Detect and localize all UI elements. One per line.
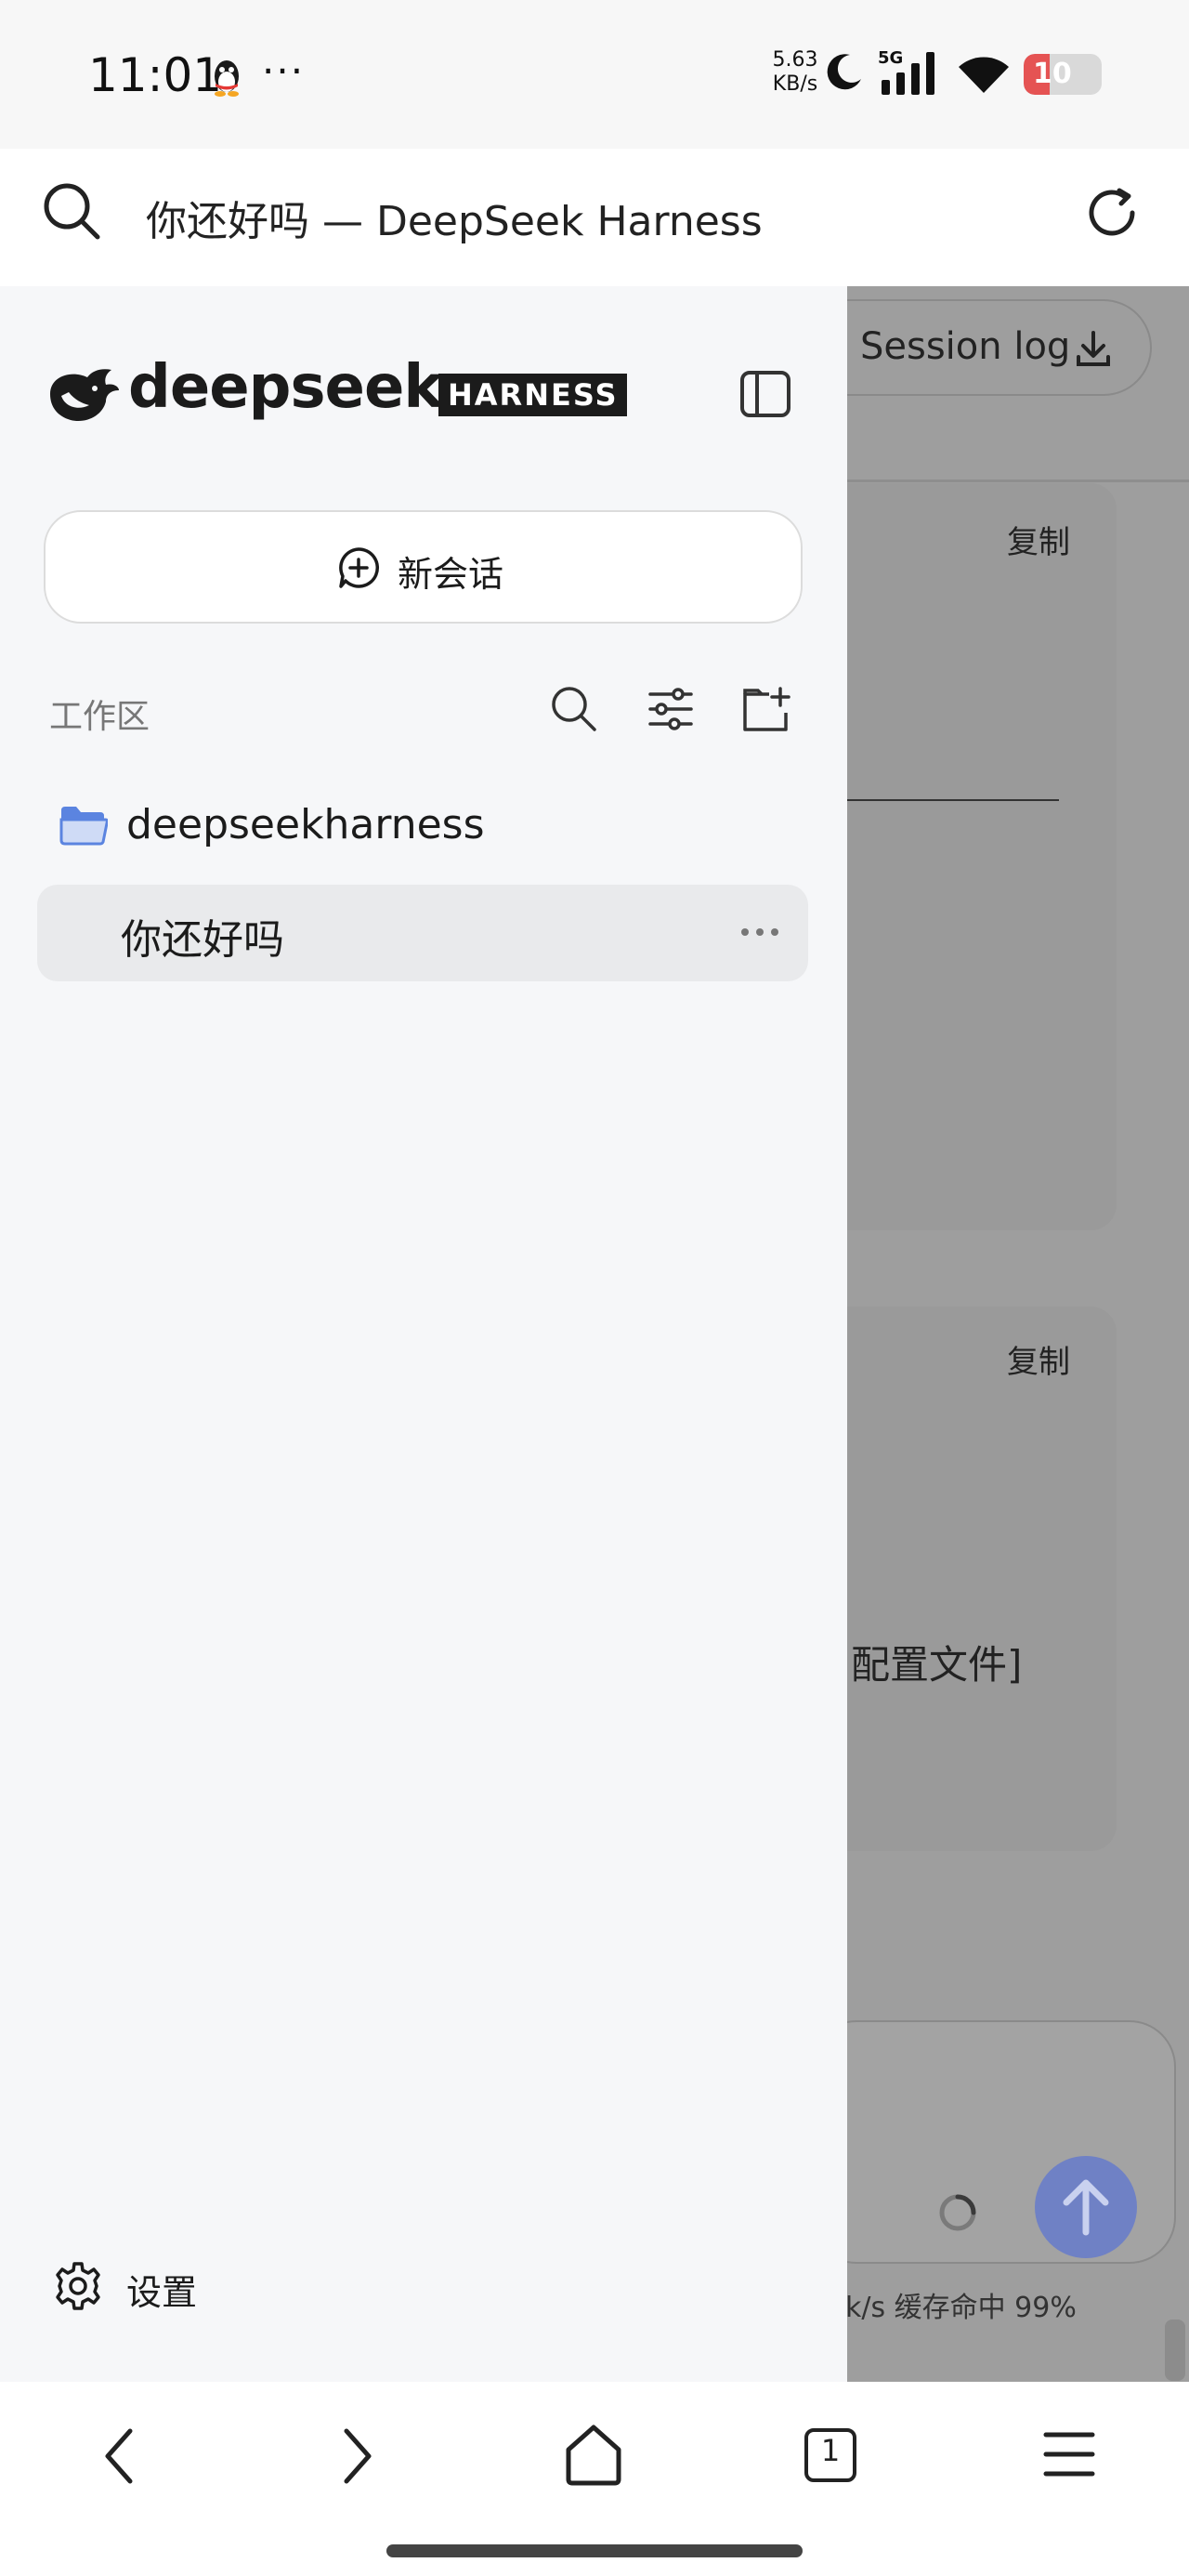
- plus-bubble-icon: [339, 547, 380, 588]
- cache-status-line: k/s 缓存命中 99%: [847, 2292, 1077, 2324]
- workspace-heading: 工作区: [49, 698, 150, 736]
- notification-more-icon: ···: [262, 48, 306, 94]
- reload-icon[interactable]: [1082, 183, 1142, 243]
- home-indicator[interactable]: [386, 2544, 803, 2557]
- battery-indicator: 10: [1024, 54, 1102, 95]
- more-options-icon[interactable]: [738, 920, 781, 944]
- new-chat-label: 新会话: [398, 554, 504, 595]
- do-not-disturb-moon-icon: [827, 54, 861, 90]
- wifi-icon: [959, 57, 1009, 93]
- cellular-signal-icon: 5G: [878, 48, 934, 95]
- settings-button[interactable]: 设置: [126, 2264, 197, 2315]
- new-folder-icon[interactable]: [741, 685, 791, 735]
- message-divider: [847, 799, 1059, 801]
- session-log-label: Session log: [860, 325, 1071, 368]
- deepseek-whale-logo-icon: [50, 369, 119, 422]
- qq-penguin-icon: [215, 60, 239, 97]
- message-text: 配置文件]: [851, 1642, 1023, 1688]
- page-title[interactable]: 你还好吗 — DeepSeek Harness: [146, 188, 763, 247]
- tab-count: 1: [820, 2433, 841, 2468]
- home-icon[interactable]: [561, 2422, 626, 2487]
- session-title: 你还好吗: [121, 916, 284, 964]
- folder-name: deepseekharness: [126, 801, 485, 848]
- menu-icon[interactable]: [1042, 2427, 1096, 2481]
- send-button[interactable]: [1035, 2156, 1137, 2258]
- svg-text:5G: 5G: [878, 48, 903, 68]
- brand-badge: HARNESS: [438, 374, 628, 416]
- filter-sliders-icon[interactable]: [647, 685, 695, 733]
- forward-arrow-icon[interactable]: [332, 2424, 382, 2489]
- brand-name: deepseek: [128, 353, 443, 422]
- folder-icon: [59, 807, 108, 846]
- header-divider: [847, 480, 1189, 482]
- copy-button[interactable]: 复制: [1007, 1336, 1070, 1382]
- scrollbar-thumb[interactable]: [1165, 2320, 1185, 2381]
- message-card: [847, 483, 1117, 1230]
- chat-background-overlay[interactable]: Session log 复制 复制 配置文件] k/s 缓存命中 99%: [847, 286, 1189, 2382]
- network-speed: 5.63 KB/s: [772, 48, 818, 96]
- search-icon[interactable]: [42, 181, 101, 241]
- back-arrow-icon[interactable]: [95, 2424, 145, 2489]
- message-card: [847, 1307, 1117, 1851]
- search-icon[interactable]: [548, 683, 598, 733]
- download-icon: [1077, 331, 1110, 366]
- gear-icon[interactable]: [52, 2260, 104, 2312]
- sidebar-collapse-icon[interactable]: [738, 367, 792, 421]
- copy-button[interactable]: 复制: [1007, 517, 1070, 562]
- loading-spinner-icon: [939, 2194, 976, 2231]
- arrow-up-icon: [1063, 2179, 1109, 2236]
- status-clock: 11:01: [88, 48, 223, 102]
